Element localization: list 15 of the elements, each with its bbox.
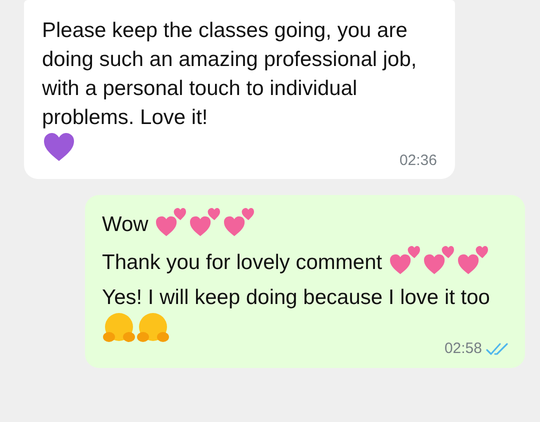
message-time: 02:36 [399, 151, 437, 171]
hugging-emoji-icon [137, 312, 169, 344]
message-time: 02:58 [444, 338, 482, 358]
message-text: Please keep the classes going, you are doing such an amazing professional job, with a personal touch to individual problems. Love it! [42, 19, 417, 129]
heart-icon [43, 132, 75, 162]
two-hearts-icon [422, 244, 455, 274]
two-hearts-icon [388, 244, 421, 274]
message-text: Thank you for lovely comment [102, 250, 382, 274]
two-hearts-icon [155, 206, 188, 236]
two-hearts-icon [456, 244, 489, 274]
two-hearts-icon [223, 206, 256, 236]
message-text: Yes! I will keep doing because I love it too [102, 286, 490, 308]
message-text: Wow [102, 212, 148, 236]
two-hearts-icon [189, 206, 222, 236]
hugging-emoji-icon [103, 312, 135, 344]
